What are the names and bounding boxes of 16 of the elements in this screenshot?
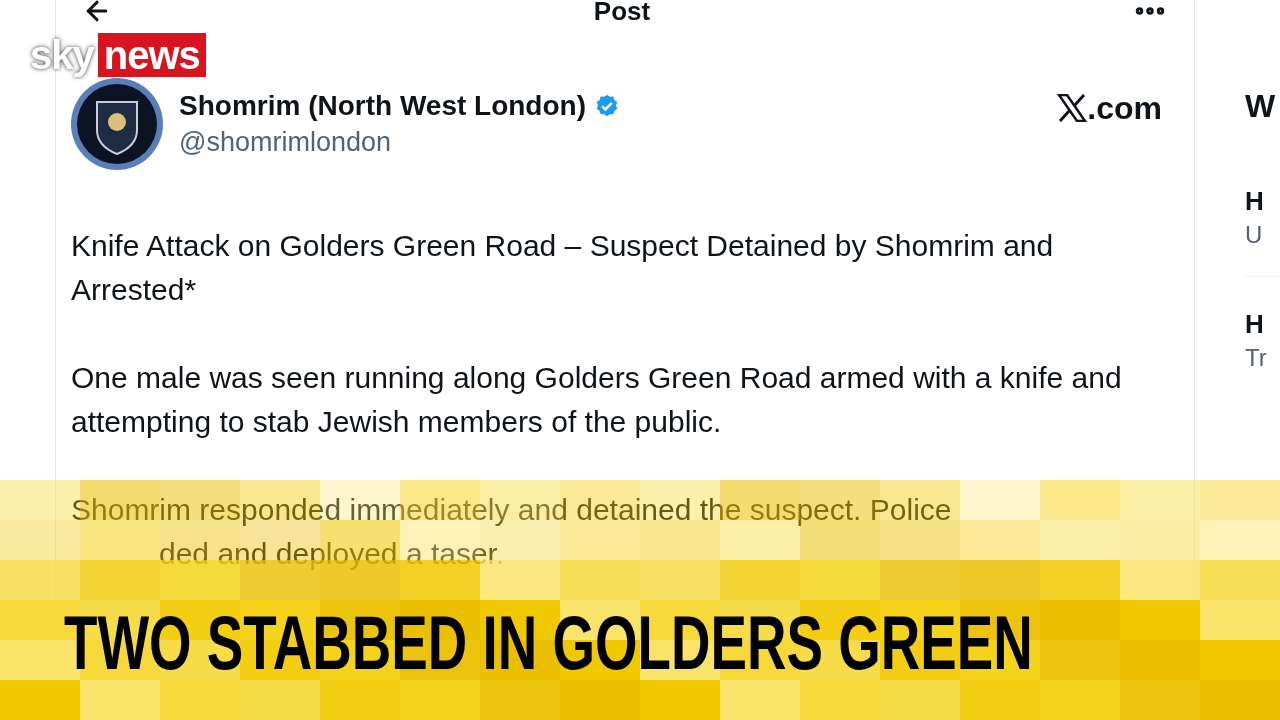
post-paragraph: Knife Attack on Golders Green Road – Suspect Detained by Shomrim and Arrested* [71, 228, 1055, 308]
trend-title[interactable]: H [1245, 307, 1280, 341]
channel-logo-news: news [97, 33, 206, 77]
trend-subtitle: Tr [1245, 343, 1268, 373]
post-paragraph: One male was seen running along Golders Green Road armed with a knife and attempting to stab Jewish members of the public. [71, 360, 1123, 440]
x-logo-icon [1057, 94, 1088, 122]
headline: TWO STABBED IN GOLDERS GREEN [64, 599, 1033, 687]
channel-logo-sky: sky [30, 32, 94, 78]
page-title: Post [593, 0, 651, 28]
trend-subtitle: U [1245, 218, 1280, 277]
source-label: .com [1087, 90, 1162, 126]
avatar-icon[interactable] [71, 78, 163, 170]
author-handle[interactable]: @shomrimlondon [179, 124, 620, 160]
author-name[interactable]: Shomrim (North West London) [179, 88, 586, 124]
sidebar-heading: W [1245, 87, 1277, 126]
trend-title[interactable]: H [1245, 184, 1280, 218]
